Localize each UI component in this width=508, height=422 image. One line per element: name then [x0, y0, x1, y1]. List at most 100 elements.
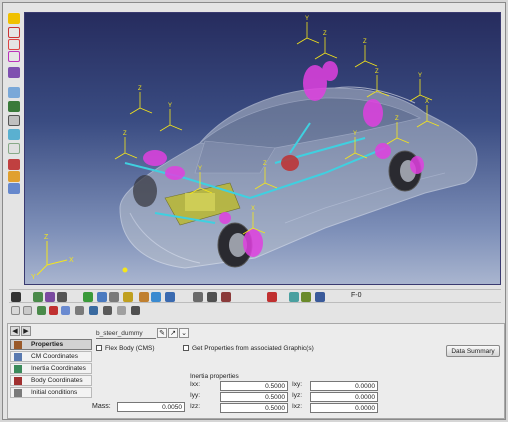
curve-icon[interactable] [8, 51, 20, 62]
pick-icon[interactable]: ↗ [168, 328, 178, 338]
triad-marker: Z [114, 131, 138, 160]
triad-label: Y [353, 131, 357, 137]
axis-label-x: X [69, 257, 74, 264]
body-icon[interactable] [8, 87, 20, 98]
data-summary-button[interactable]: Data Summary [446, 345, 500, 357]
tab-label: Body Coordinates [31, 377, 83, 384]
flex-body-checkbox[interactable]: Flex Body (CMS) [96, 345, 154, 352]
tab-body-coordinates[interactable]: Body Coordinates [10, 375, 92, 386]
tab-label: Inertia Coordinates [31, 365, 86, 372]
toolbar-readout: F-0 [351, 292, 362, 299]
arc-icon[interactable] [8, 39, 20, 50]
graph-icon[interactable] [221, 292, 231, 302]
secondary-toolbar [9, 305, 169, 317]
tab-properties[interactable]: Properties [10, 339, 92, 350]
joint-icon[interactable] [45, 292, 55, 302]
line-icon[interactable] [8, 27, 20, 38]
inertia-field-2[interactable]: 0.0000 [310, 392, 378, 402]
inertia-field-2[interactable]: 0.0000 [310, 381, 378, 391]
front-view-icon[interactable] [11, 306, 20, 315]
inertia-field[interactable]: 0.5000 [220, 392, 288, 402]
entity-name-field[interactable]: b_steer_dummy [96, 328, 156, 339]
origin-marker [122, 267, 128, 273]
triad-icon[interactable] [11, 292, 21, 302]
measure-icon[interactable] [193, 292, 203, 302]
expand-icon[interactable]: ⌄ [179, 328, 189, 338]
table-icon[interactable] [131, 306, 140, 315]
triad-marker: Y [296, 16, 320, 45]
tab-icon [14, 341, 22, 349]
tab-initial-conditions[interactable]: Initial conditions [10, 387, 92, 398]
solver-icon[interactable] [289, 292, 299, 302]
edit-icon[interactable]: ✎ [157, 328, 167, 338]
joint-icon[interactable] [8, 101, 20, 112]
rotate-icon[interactable] [207, 292, 217, 302]
frame-icon[interactable] [109, 292, 119, 302]
mesh-icon[interactable] [165, 292, 175, 302]
inertia-field-2[interactable]: 0.0000 [310, 403, 378, 413]
tab-label: Properties [31, 341, 64, 348]
flex-body-checkbox-box[interactable] [96, 345, 102, 352]
triad-label: X [425, 99, 429, 105]
flex-body-label: Flex Body (CMS) [105, 345, 155, 352]
global-axis-triad: Z X Y [31, 234, 74, 281]
zoom-icon[interactable] [37, 306, 46, 315]
triad-label: Z [363, 39, 367, 45]
forward-icon[interactable]: ▶ [21, 326, 31, 336]
check-icon[interactable] [83, 292, 93, 302]
triad-marker: Z [354, 39, 378, 68]
marker-icon[interactable] [8, 143, 20, 154]
force-icon[interactable] [8, 159, 20, 170]
triad-label: Z [323, 31, 327, 37]
iso-view-icon[interactable] [23, 306, 32, 315]
wireframe-icon[interactable] [117, 306, 126, 315]
inertia-label: Izz: [190, 403, 201, 410]
inertia-label-2: Iyz: [292, 392, 303, 399]
output-icon[interactable] [8, 183, 20, 194]
triad-label: Z [138, 86, 142, 92]
layers-icon[interactable] [301, 292, 311, 302]
spring-icon[interactable] [8, 115, 20, 126]
arrow-right-icon[interactable] [267, 292, 277, 302]
inertia-field[interactable]: 0.5000 [220, 403, 288, 413]
render-icon[interactable] [103, 306, 112, 315]
point-icon[interactable] [8, 13, 20, 24]
tab-cm-coordinates[interactable]: CM Coordinates [10, 351, 92, 362]
beam-icon[interactable] [8, 129, 20, 140]
entity-panel: ◀ ▶ Properties CM Coordinates Inertia Coord… [7, 323, 505, 419]
inertia-field[interactable]: 0.5000 [220, 381, 288, 391]
inertia-title: Inertia properties [190, 373, 239, 380]
left-toolbar [6, 11, 23, 281]
cursor-icon[interactable] [57, 292, 67, 302]
graphics-checkbox-box[interactable] [183, 345, 189, 352]
tab-icon [14, 353, 22, 361]
back-icon[interactable]: ◀ [10, 326, 20, 336]
inertia-label: Ixx: [190, 381, 201, 388]
axis-icon[interactable] [151, 292, 161, 302]
spring-icon[interactable] [139, 292, 149, 302]
inertia-label: Iyy: [190, 392, 201, 399]
triad-label: Y [168, 103, 172, 109]
color-ball-icon[interactable] [123, 292, 133, 302]
spline-icon[interactable] [8, 67, 20, 78]
mass-label: Mass: [92, 403, 111, 410]
inertia-label-2: Ixy: [292, 381, 303, 388]
mass-field[interactable]: 0.0050 [117, 402, 185, 412]
pan-icon[interactable] [75, 306, 84, 315]
graphics-properties-checkbox[interactable]: Get Properties from associated Graphic(s… [183, 345, 314, 352]
grid-icon[interactable] [97, 292, 107, 302]
tab-icon [14, 365, 22, 373]
graphics-properties-label: Get Properties from associated Graphic(s… [192, 345, 314, 352]
tab-icon [14, 389, 22, 397]
rotate-view-icon[interactable] [89, 306, 98, 315]
chart-icon[interactable] [315, 292, 325, 302]
fit-icon[interactable] [61, 306, 70, 315]
triad-label: Y [305, 16, 309, 22]
entity-selector: b_steer_dummy ✎ ↗ ⌄ [96, 328, 189, 339]
arrow-icon[interactable] [49, 306, 58, 315]
triad-label: Y [418, 73, 422, 79]
sphere-icon[interactable] [33, 292, 43, 302]
tab-inertia-coordinates[interactable]: Inertia Coordinates [10, 363, 92, 374]
model-viewport[interactable]: Z Y Z Y Z Y X Z Y Z X Y Z Z Z X Y [24, 12, 501, 285]
motion-icon[interactable] [8, 171, 20, 182]
